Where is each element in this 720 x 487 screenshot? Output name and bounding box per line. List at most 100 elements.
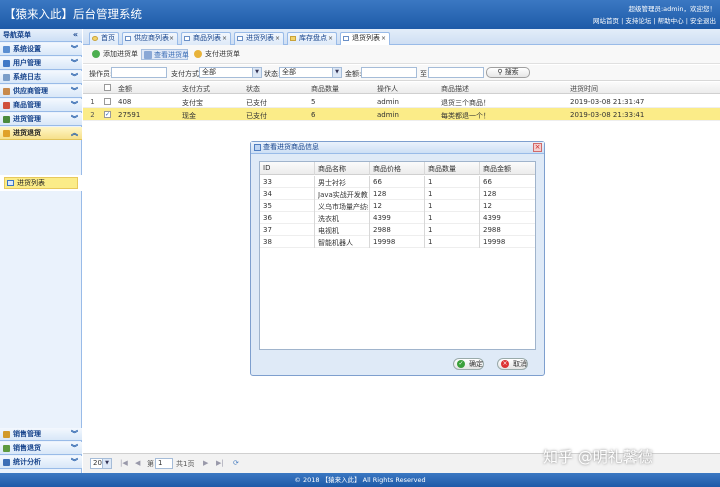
cell-desc: 退货三个商品！ xyxy=(441,99,490,107)
sidebar-item-purchase-list[interactable]: 进货列表 xyxy=(4,177,78,189)
sidebar-menu-1[interactable]: 用户管理 ︾ xyxy=(0,57,82,70)
col-total[interactable]: 商品金额 xyxy=(483,164,511,174)
close-icon[interactable]: × xyxy=(222,33,227,44)
chevron-down-icon[interactable]: ︾ xyxy=(71,57,78,69)
status-label: 状态: xyxy=(264,70,281,78)
chevron-down-icon[interactable]: ▼ xyxy=(252,68,261,77)
link-logout[interactable]: 安全退出 xyxy=(690,17,716,25)
col-id[interactable]: ID xyxy=(263,164,270,172)
cell-id: 33 xyxy=(263,178,272,186)
col-pay-method[interactable]: 支付方式 xyxy=(182,84,210,94)
sidebar-bottom-menu-1[interactable]: 销售退货 ︾ xyxy=(0,442,82,455)
dialog-grid-header: ID 商品名称 商品价格 商品数量 商品金额 xyxy=(260,162,535,175)
sidebar-menu-3[interactable]: 供应商管理 ︾ xyxy=(0,85,82,98)
cancel-button[interactable]: × 取消 xyxy=(497,358,528,370)
next-page-icon[interactable]: ▶ xyxy=(203,459,208,467)
col-status[interactable]: 状态 xyxy=(246,84,260,94)
select-all-checkbox[interactable] xyxy=(104,84,111,91)
link-help[interactable]: 帮助中心 xyxy=(658,17,684,25)
chevron-down-icon[interactable]: ︾ xyxy=(71,456,78,468)
refresh-icon[interactable]: ⟳ xyxy=(233,459,239,467)
close-icon[interactable]: × xyxy=(381,33,386,44)
tab-product-list[interactable]: 商品列表 × xyxy=(181,32,231,45)
chevron-down-icon[interactable]: ▼ xyxy=(332,68,341,77)
search-button[interactable]: ⚲ 搜索 xyxy=(486,67,530,78)
collapse-icon[interactable]: « xyxy=(73,29,78,41)
list-item[interactable]: 34 Java实战开发教程 128 1 128 xyxy=(260,188,535,200)
cell-id: 34 xyxy=(263,190,272,198)
prev-page-icon[interactable]: ◀ xyxy=(135,459,140,467)
tab-home[interactable]: 首页 xyxy=(89,32,119,45)
col-price[interactable]: 商品价格 xyxy=(373,164,401,174)
list-item[interactable]: 33 男士衬衫 66 1 66 xyxy=(260,176,535,188)
col-amount[interactable]: 金额 xyxy=(118,84,132,94)
close-icon[interactable]: × xyxy=(533,143,542,152)
sidebar-menu-2[interactable]: 系统日志 ︾ xyxy=(0,71,82,84)
list-item[interactable]: 36 洗衣机 4399 1 4399 xyxy=(260,212,535,224)
cell-op: admin xyxy=(377,98,399,106)
add-icon xyxy=(92,50,100,58)
link-forum[interactable]: 支持论坛 xyxy=(625,17,651,25)
chevron-down-icon[interactable]: ︾ xyxy=(71,442,78,454)
close-icon[interactable]: × xyxy=(328,33,333,44)
col-quantity[interactable]: 商品数量 xyxy=(311,84,339,94)
tab-return-list[interactable]: 退货列表 × xyxy=(340,32,390,46)
cell-price: 2988 xyxy=(373,226,391,234)
chevron-down-icon[interactable]: ︾ xyxy=(71,428,78,440)
add-purchase-button[interactable]: 添加进货单 xyxy=(92,49,138,60)
sidebar-menu-6[interactable]: 进货退货 ︽ xyxy=(0,127,82,140)
cell-qty: 1 xyxy=(428,226,433,234)
operator-input[interactable] xyxy=(111,67,167,78)
pay-method-select[interactable]: 全部 ▼ xyxy=(199,67,262,78)
col-quantity[interactable]: 商品数量 xyxy=(428,164,456,174)
view-purchase-button[interactable]: 查看进货单 xyxy=(141,49,189,60)
to-label: 至 xyxy=(420,70,427,78)
last-page-icon[interactable]: ▶| xyxy=(216,459,224,467)
check-icon: ✓ xyxy=(457,360,465,368)
page-size-select[interactable]: 20 ▼ xyxy=(90,458,112,469)
col-operator[interactable]: 操作人 xyxy=(377,84,398,94)
sidebar-bottom-menu-0[interactable]: 销售管理 ︾ xyxy=(0,428,82,441)
list-item[interactable]: 35 义乌市场量产纺织 12 1 12 xyxy=(260,200,535,212)
col-time[interactable]: 进货时间 xyxy=(570,84,598,94)
chevron-down-icon[interactable]: ︾ xyxy=(71,113,78,125)
cell-name: 智能机器人 xyxy=(318,239,353,247)
row-checkbox[interactable]: ✓ xyxy=(104,111,111,118)
close-icon[interactable]: × xyxy=(275,33,280,44)
chevron-up-icon[interactable]: ︽ xyxy=(71,127,78,139)
sidebar-menu-5[interactable]: 进货管理 ︾ xyxy=(0,113,82,126)
row-checkbox[interactable] xyxy=(104,98,111,105)
status-select[interactable]: 全部 ▼ xyxy=(279,67,342,78)
close-icon[interactable]: × xyxy=(169,33,174,44)
col-product-name[interactable]: 商品名称 xyxy=(318,164,346,174)
purchase-items-dialog: 查看进货商品信息 × ID 商品名称 商品价格 商品数量 商品金额 33 男士衬衫… xyxy=(250,141,545,376)
tab-purchase-list[interactable]: 进货列表 × xyxy=(234,32,284,45)
sidebar-menu-0[interactable]: 系统设置 ︾ xyxy=(0,43,82,56)
amount-min-input[interactable] xyxy=(361,67,417,78)
page-label: 第 xyxy=(147,460,154,468)
pay-purchase-button[interactable]: 支付进货单 xyxy=(194,49,240,60)
link-home[interactable]: 网站首页 xyxy=(593,17,619,25)
col-description[interactable]: 商品描述 xyxy=(441,84,469,94)
submenu-panel: 进货列表 xyxy=(0,175,82,191)
chevron-down-icon[interactable]: ︾ xyxy=(71,71,78,83)
table-row[interactable]: 2 ✓ 27591 现金 已支付 6 admin 每类都退一个！ 2019-03-08 21:3… xyxy=(83,108,720,121)
list-item[interactable]: 38 智能机器人 19998 1 19998 xyxy=(260,236,535,248)
cell-status: 已支付 xyxy=(246,99,267,107)
sidebar-menu-4[interactable]: 商品管理 ︾ xyxy=(0,99,82,112)
chevron-down-icon[interactable]: ︾ xyxy=(71,99,78,111)
chevron-down-icon[interactable]: ▼ xyxy=(102,459,111,468)
tab-supplier-list[interactable]: 供应商列表 × xyxy=(122,32,178,45)
menu-icon xyxy=(3,102,10,109)
amount-max-input[interactable] xyxy=(428,67,484,78)
list-item[interactable]: 37 电视机 2988 1 2988 xyxy=(260,224,535,236)
cell-name: 男士衬衫 xyxy=(318,179,346,187)
tab-inventory[interactable]: 库存盘点 × xyxy=(287,32,337,45)
chevron-down-icon[interactable]: ︾ xyxy=(71,85,78,97)
page-input[interactable]: 1 xyxy=(155,458,173,469)
sidebar-bottom-menu-2[interactable]: 统计分析 ︾ xyxy=(0,456,82,469)
first-page-icon[interactable]: |◀ xyxy=(120,459,128,467)
ok-button[interactable]: ✓ 确定 xyxy=(453,358,484,370)
chevron-down-icon[interactable]: ︾ xyxy=(71,43,78,55)
table-row[interactable]: 1 408 支付宝 已支付 5 admin 退货三个商品！ 2019-03-08 21:31:… xyxy=(83,95,720,108)
